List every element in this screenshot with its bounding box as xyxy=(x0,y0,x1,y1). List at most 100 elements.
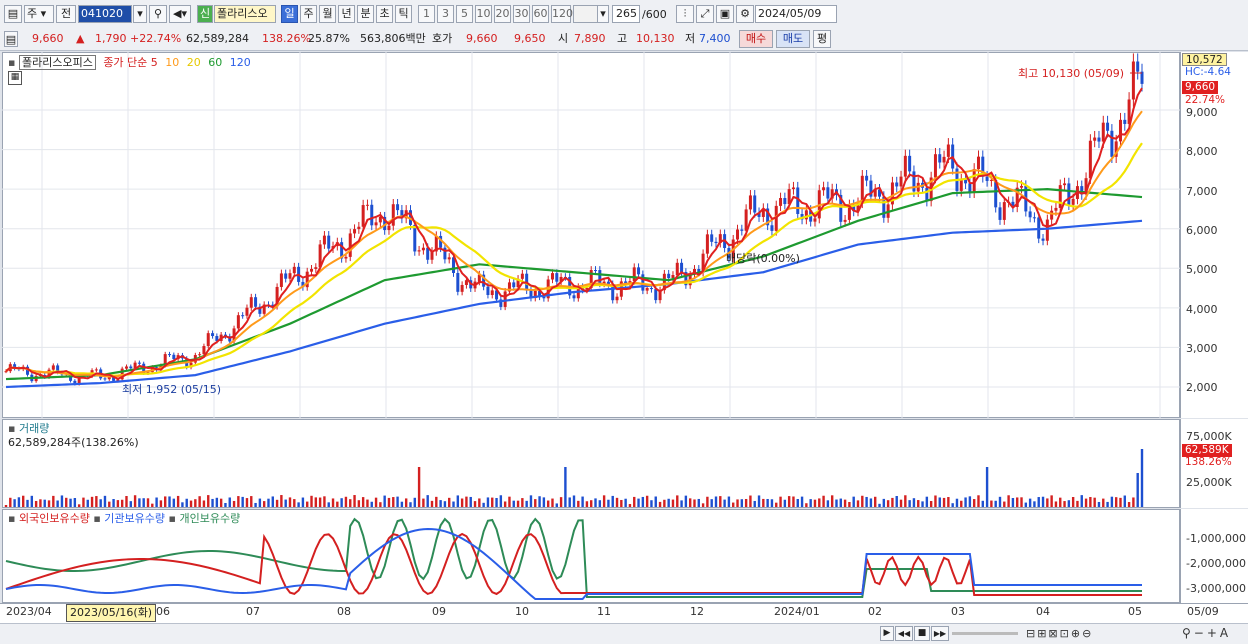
volume-bar xyxy=(525,500,528,507)
interval-60[interactable]: 60 xyxy=(532,5,549,23)
volume-chart-svg[interactable] xyxy=(2,419,1180,508)
volume-bar xyxy=(590,500,593,507)
ma-title: 종가 단순 xyxy=(103,56,148,69)
volume-bar xyxy=(318,497,322,507)
search-icon[interactable]: ⚲ xyxy=(149,5,167,23)
new-badge[interactable]: 신 xyxy=(197,5,213,23)
volume-bar xyxy=(400,501,404,507)
candle-body xyxy=(938,154,942,163)
stock-name-field[interactable]: 폴라리스오 xyxy=(214,5,276,23)
bottom-control-bar: ▶ ◀◀ ■ ▶▶ ⊟⊞⊠⊡⊕⊖ ⚲−+A xyxy=(0,623,1248,644)
period-minute[interactable]: 분 xyxy=(357,5,374,23)
volume-bar xyxy=(701,503,705,507)
candle-body xyxy=(520,273,524,279)
volume-bar xyxy=(108,501,111,507)
tool-icon[interactable]: ⤢ xyxy=(696,5,714,23)
stock-name-label[interactable]: 폴라리스오피스 xyxy=(18,55,96,70)
settings-gear-icon[interactable]: ⚙ xyxy=(736,5,754,23)
save-icon[interactable]: ▣ xyxy=(716,5,734,23)
period-second[interactable]: 초 xyxy=(376,5,393,23)
interval-20[interactable]: 20 xyxy=(494,5,511,23)
volume-bar xyxy=(546,500,550,507)
candle-body xyxy=(1110,130,1114,157)
market-select[interactable]: 주 ▾ xyxy=(24,5,54,23)
period-tick[interactable]: 틱 xyxy=(395,5,412,23)
volume-bar xyxy=(1106,501,1109,507)
volume-bar xyxy=(908,500,911,507)
hold-tick-2m: -2,000,000 xyxy=(1186,557,1246,570)
period-day[interactable]: 일 xyxy=(281,5,298,23)
candle-body xyxy=(378,216,382,223)
candle-body xyxy=(826,187,830,199)
foreign-holdings-label: 외국인보유수량 xyxy=(18,512,90,525)
period-week[interactable]: 주 xyxy=(300,5,317,23)
scroll-slider[interactable] xyxy=(952,632,1018,635)
volume-bar xyxy=(830,495,834,507)
interval-30[interactable]: 30 xyxy=(513,5,530,23)
type-select[interactable]: 전 xyxy=(56,5,76,23)
buy-button[interactable]: 매수 xyxy=(739,30,773,48)
volume-bar xyxy=(9,497,12,507)
x-label-10: 10 xyxy=(515,605,529,618)
candle-body xyxy=(206,333,210,347)
forward-icon[interactable]: ▶▶ xyxy=(931,626,949,641)
period-month[interactable]: 월 xyxy=(319,5,336,23)
eval-button[interactable]: 평 xyxy=(813,30,831,48)
count-input[interactable]: 265 xyxy=(612,5,640,23)
volume-bar xyxy=(934,495,937,507)
candle-body xyxy=(413,224,417,252)
candle-body xyxy=(374,222,378,226)
volume-bar xyxy=(572,495,576,507)
volume-bar xyxy=(194,499,197,507)
volume-bar xyxy=(331,498,335,507)
x-label-last-date: 05/09 xyxy=(1187,605,1219,618)
volume-bar xyxy=(288,497,292,507)
quote-menu-icon[interactable]: ▤ xyxy=(4,31,18,47)
volume-bar xyxy=(684,495,688,507)
volume-bar xyxy=(275,499,279,507)
toolbar: ▤ 주 ▾ 전 041020 ▾ ⚲ ◀▾ 신 폴라리스오 일 주 월 년 분 … xyxy=(0,0,1248,29)
window-menu-icon[interactable]: ▤ xyxy=(4,5,22,23)
period-year[interactable]: 년 xyxy=(338,5,355,23)
candle-body xyxy=(464,280,468,285)
x-label-2024-01: 2024/01 xyxy=(774,605,820,618)
interval-3[interactable]: 3 xyxy=(437,5,454,23)
rewind-icon[interactable]: ◀◀ xyxy=(895,626,913,641)
code-input[interactable]: 041020 xyxy=(78,5,132,23)
volume-bar xyxy=(142,498,145,507)
candle-body xyxy=(1131,61,1135,100)
play-icon[interactable]: ▶ xyxy=(880,626,894,641)
candle-body xyxy=(486,286,490,295)
price-chart-svg[interactable] xyxy=(2,52,1180,418)
chart-tools-icons[interactable]: ⊟⊞⊠⊡⊕⊖ xyxy=(1026,627,1093,640)
interval-5[interactable]: 5 xyxy=(456,5,473,23)
interval-1[interactable]: 1 xyxy=(418,5,435,23)
candle-body xyxy=(447,257,451,260)
low-value: 7,400 xyxy=(699,32,731,45)
tag-price: 9,660 xyxy=(1182,81,1219,94)
volume-bar xyxy=(848,502,851,507)
volume-bar xyxy=(280,495,283,507)
interval-120[interactable]: 120 xyxy=(551,5,573,23)
zoom-icons[interactable]: ⚲−+A xyxy=(1182,626,1231,640)
stop-icon[interactable]: ■ xyxy=(914,626,930,641)
code-dropdown-icon[interactable]: ▾ xyxy=(133,5,147,23)
volume-bar xyxy=(224,502,227,507)
interval-10[interactable]: 10 xyxy=(475,5,492,23)
date-input[interactable]: 2024/05/09 xyxy=(755,5,837,23)
volume-bar xyxy=(1114,497,1118,507)
grid-table-icon[interactable]: ▦ xyxy=(8,71,22,85)
open-value: 7,890 xyxy=(574,32,606,45)
interval-dropdown-icon[interactable]: ▾ xyxy=(597,5,609,23)
volume-bar xyxy=(1084,498,1088,507)
ma-5-label: 5 xyxy=(150,56,158,69)
candle-body xyxy=(254,297,258,307)
volume-bar xyxy=(460,498,464,507)
speaker-icon[interactable]: ◀▾ xyxy=(169,5,191,23)
volume-bar xyxy=(1020,497,1023,507)
turnover-value: 25.87% xyxy=(308,32,350,45)
volume-bar xyxy=(925,496,929,507)
chart-type-icon[interactable]: ⫶ xyxy=(676,5,694,23)
sell-button[interactable]: 매도 xyxy=(776,30,810,48)
volume-bar xyxy=(529,495,533,507)
